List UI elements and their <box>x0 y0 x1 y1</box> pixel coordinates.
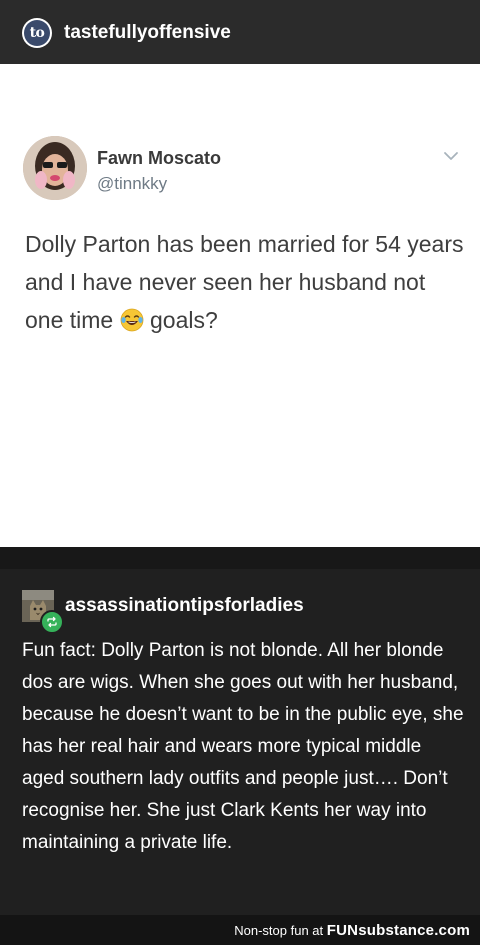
reblogger-username[interactable]: assassinationtipsforladies <box>65 595 304 617</box>
blog-avatar-logo: to <box>24 20 50 46</box>
reblog-icon <box>40 610 64 634</box>
chevron-down-icon[interactable] <box>443 150 459 162</box>
reblog-body-text: Fun fact: Dolly Parton is not blonde. Al… <box>22 640 464 853</box>
post-header: to tastefullyoffensive <box>0 0 480 64</box>
person-photo-icon <box>23 136 87 200</box>
tweet-text: Dolly Parton has been married for 54 yea… <box>25 225 465 339</box>
tweet-display-name[interactable]: Fawn Moscato <box>97 148 221 169</box>
blog-username[interactable]: tastefullyoffensive <box>64 22 231 44</box>
watermark-footer: Non-stop fun at FUNsubstance.com <box>0 915 480 945</box>
blog-avatar[interactable]: to <box>22 18 52 48</box>
watermark-text: Non-stop fun at FUNsubstance.com <box>234 922 470 939</box>
tweet-text-main: Dolly Parton has been married for 54 yea… <box>25 231 464 333</box>
tweet-text-tail: goals? <box>150 307 218 333</box>
watermark-tagline: Non-stop fun at <box>234 923 324 938</box>
laughing-crying-emoji-icon <box>120 308 144 332</box>
reblog-section: assassinationtipsforladies Fun fact: Dol… <box>0 569 480 915</box>
post-divider <box>0 547 480 569</box>
tweet-avatar <box>23 136 87 200</box>
watermark-brand[interactable]: FUNsubstance.com <box>327 922 470 939</box>
tweet-handle[interactable]: @tinnkky <box>97 174 167 194</box>
